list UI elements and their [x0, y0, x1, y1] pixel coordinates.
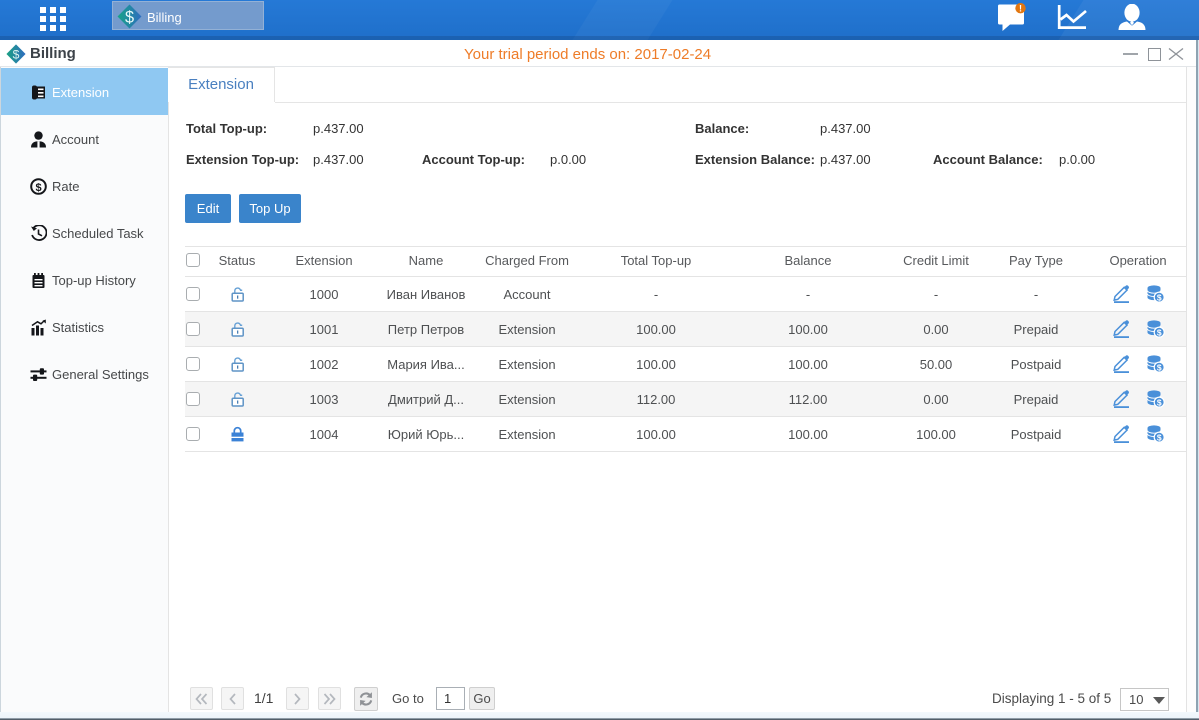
svg-text:$: $ — [35, 182, 41, 194]
svg-text:$: $ — [125, 8, 134, 26]
svg-text:$: $ — [13, 47, 20, 61]
svg-text:!: ! — [1019, 3, 1022, 13]
